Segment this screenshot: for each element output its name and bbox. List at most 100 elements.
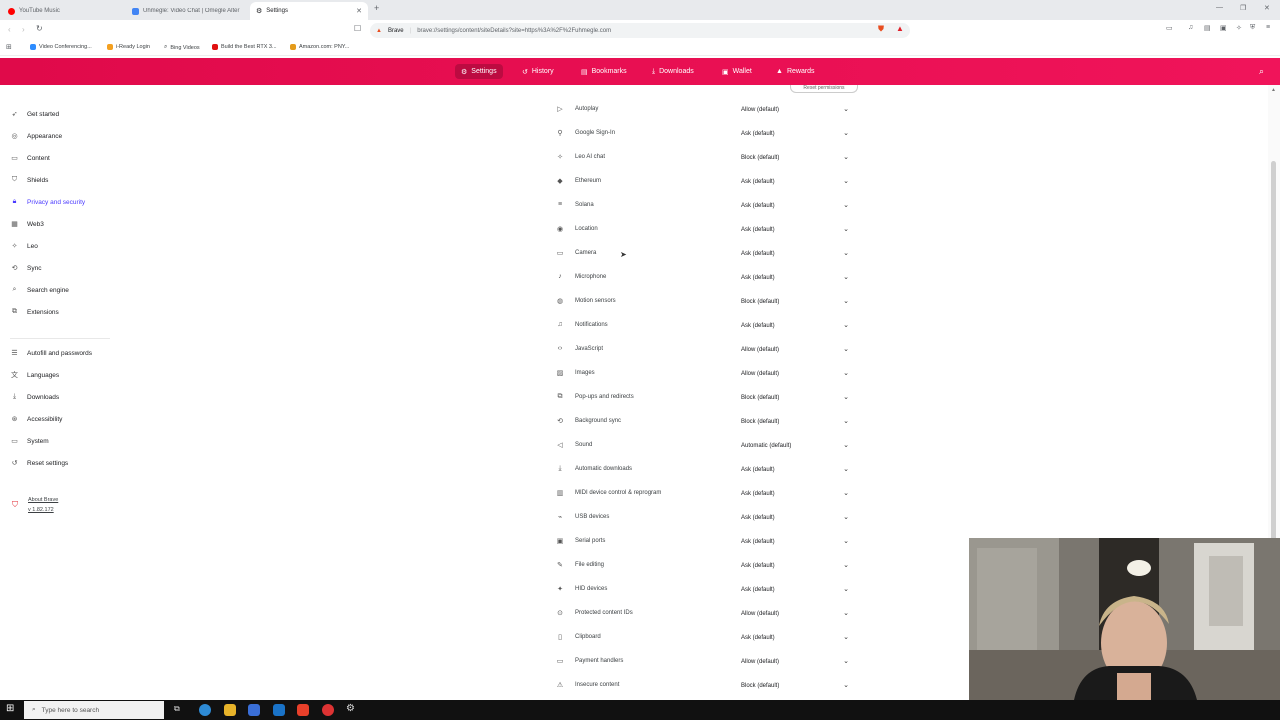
bookmark-item[interactable]: Build the Best RTX 3... xyxy=(212,44,277,50)
bookmark-item[interactable]: i-Ready Login xyxy=(107,44,150,50)
sidebar-item-appearance[interactable]: ◎ Appearance xyxy=(10,129,120,143)
permission-label: Autoplay xyxy=(575,106,599,112)
scroll-up-icon[interactable]: ▲ xyxy=(1271,87,1276,93)
new-tab-button[interactable]: + xyxy=(374,3,379,13)
vpn-icon[interactable]: ⛨ xyxy=(1250,24,1255,32)
permission-select[interactable]: Ask (default) ⌄ xyxy=(737,510,853,525)
sidebar-item-downloads[interactable]: ⤓ Downloads xyxy=(10,390,120,404)
permission-select[interactable]: Block (default) ⌄ xyxy=(737,390,853,405)
bookmark-item[interactable]: ⌕ Bing Videos xyxy=(164,44,200,51)
sidebar-item-leo[interactable]: ✧ Leo xyxy=(10,239,120,253)
close-window-icon[interactable]: ✕ xyxy=(1264,4,1270,12)
chevron-down-icon: ⌄ xyxy=(843,226,849,233)
taskbar-search-input[interactable]: ⌕ Type here to search xyxy=(24,701,164,719)
edge-icon[interactable] xyxy=(199,704,211,716)
task-view-icon[interactable]: ⧉ xyxy=(174,704,180,714)
permission-row: ◉ Location Ask (default) ⌄ xyxy=(555,220,855,240)
brave-taskbar-icon[interactable] xyxy=(297,704,309,716)
wallet-toolbar-icon[interactable]: ▣ xyxy=(1220,24,1227,32)
file-explorer-icon[interactable] xyxy=(224,704,236,716)
about-brave-link[interactable]: About Brave xyxy=(28,497,58,503)
permission-select[interactable]: Allow (default) ⌄ xyxy=(737,606,853,621)
store-icon[interactable] xyxy=(248,704,260,716)
nav-settings[interactable]: ⚙ Settings xyxy=(455,64,503,79)
leo-toolbar-icon[interactable]: ✧ xyxy=(1236,24,1242,32)
sidebar-item-system[interactable]: ▭ System xyxy=(10,434,120,448)
permission-select[interactable]: Ask (default) ⌄ xyxy=(737,486,853,501)
sidebar-toggle-icon[interactable]: ▭ xyxy=(1166,24,1173,32)
permission-select[interactable]: Ask (default) ⌄ xyxy=(737,582,853,597)
reload-icon[interactable]: ↻ xyxy=(36,24,43,33)
menu-icon[interactable]: ≡ xyxy=(1266,24,1270,31)
tab-settings[interactable]: ⚙ Settings ✕ xyxy=(250,2,368,20)
chevron-down-icon: ⌄ xyxy=(843,490,849,497)
permission-row: ◍ Motion sensors Block (default) ⌄ xyxy=(555,292,855,312)
permission-select[interactable]: Ask (default) ⌄ xyxy=(737,270,853,285)
brave-shields-icon[interactable]: ⛊ xyxy=(878,24,884,34)
permission-select[interactable]: Ask (default) ⌄ xyxy=(737,318,853,333)
permission-select[interactable]: Allow (default) ⌄ xyxy=(737,342,853,357)
permission-select[interactable]: Block (default) ⌄ xyxy=(737,150,853,165)
permission-select[interactable]: Block (default) ⌄ xyxy=(737,678,853,693)
sidebar-item-web3[interactable]: ▦ Web3 xyxy=(10,217,120,231)
bookmark-item[interactable]: Video Conferencing... xyxy=(30,44,92,50)
permission-select[interactable]: Block (default) ⌄ xyxy=(737,294,853,309)
tab-youtube-music[interactable]: YouTube Music xyxy=(2,2,122,20)
sidebar-item-privacy[interactable]: 🔒︎ Privacy and security xyxy=(10,195,120,209)
sidebar-item-shields[interactable]: ⛉ Shields xyxy=(10,173,120,187)
nav-bookmarks[interactable]: ▤ Bookmarks xyxy=(575,64,633,79)
nav-history[interactable]: ↺ History xyxy=(516,64,560,79)
apps-grid-icon[interactable]: ⊞ xyxy=(6,43,12,51)
media-icon[interactable]: ♫ xyxy=(1188,24,1193,31)
forward-icon[interactable]: › xyxy=(22,25,25,34)
scroll-thumb[interactable] xyxy=(1271,161,1276,551)
minimize-icon[interactable]: — xyxy=(1216,4,1223,11)
sidebar-item-autofill[interactable]: ☰ Autofill and passwords xyxy=(10,346,120,360)
rewards-icon: ▲ xyxy=(776,68,783,75)
youtube-music-icon xyxy=(8,7,15,15)
sidebar-item-get-started[interactable]: ➶ Get started xyxy=(10,107,120,121)
permission-select[interactable]: Ask (default) ⌄ xyxy=(737,246,853,261)
tab-uhmegle[interactable]: Uhmegle: Video Chat | Omegle Alter xyxy=(126,2,248,20)
chrome-icon[interactable] xyxy=(322,704,334,716)
nav-wallet[interactable]: ▣ Wallet xyxy=(716,64,758,79)
sidebar-item-content[interactable]: ▭ Content xyxy=(10,151,120,165)
reading-list-icon[interactable]: ▤ xyxy=(1204,24,1211,32)
permission-select[interactable]: Ask (default) ⌄ xyxy=(737,198,853,213)
permission-row: ▣ Serial ports Ask (default) ⌄ xyxy=(555,532,855,552)
permission-select[interactable]: Ask (default) ⌄ xyxy=(737,126,853,141)
bookmark-page-icon[interactable]: ☐ xyxy=(354,24,361,33)
permission-select[interactable]: Ask (default) ⌄ xyxy=(737,558,853,573)
maximize-icon[interactable]: ❐ xyxy=(1240,4,1246,12)
sidebar-item-languages[interactable]: 文 Languages xyxy=(10,368,120,382)
permission-select[interactable]: Ask (default) ⌄ xyxy=(737,534,853,549)
sidebar-item-accessibility[interactable]: ⊛ Accessibility xyxy=(10,412,120,426)
outlook-icon[interactable] xyxy=(273,704,285,716)
permission-select[interactable]: Ask (default) ⌄ xyxy=(737,462,853,477)
settings-search-icon[interactable]: ⌕ xyxy=(1259,66,1264,77)
permission-select[interactable]: Allow (default) ⌄ xyxy=(737,366,853,381)
nav-rewards[interactable]: ▲ Rewards xyxy=(770,64,821,79)
permission-select[interactable]: Ask (default) ⌄ xyxy=(737,222,853,237)
nav-downloads[interactable]: ⤓ Downloads xyxy=(646,64,700,79)
address-bar[interactable]: ▲ Brave | brave://settings/content/siteD… xyxy=(370,23,910,38)
back-icon[interactable]: ‹ xyxy=(8,25,11,34)
permission-select[interactable]: Automatic (default) ⌄ xyxy=(737,438,853,453)
reset-permissions-button[interactable]: Reset permissions xyxy=(790,85,858,93)
bookmark-item[interactable]: Amazon.com: PNY... xyxy=(290,44,349,50)
permission-select[interactable]: Block (default) ⌄ xyxy=(737,414,853,429)
sidebar-item-reset[interactable]: ↺ Reset settings xyxy=(10,456,120,470)
sidebar-item-sync[interactable]: ⟲ Sync xyxy=(10,261,120,275)
brave-rewards-icon[interactable]: ▲ xyxy=(896,24,904,33)
settings-taskbar-icon[interactable]: ⚙ xyxy=(346,703,355,714)
sidebar-item-search-engine[interactable]: ⌕ Search engine xyxy=(10,283,120,297)
permission-select[interactable]: Allow (default) ⌄ xyxy=(737,102,853,117)
permission-select[interactable]: Allow (default) ⌄ xyxy=(737,654,853,669)
permission-select[interactable]: Ask (default) ⌄ xyxy=(737,630,853,645)
close-tab-icon[interactable]: ✕ xyxy=(356,7,362,15)
sidebar-item-extensions[interactable]: ⧉ Extensions xyxy=(10,305,120,319)
permission-select[interactable]: Ask (default) ⌄ xyxy=(737,174,853,189)
sidebar-item-label: Sync xyxy=(27,264,42,272)
sidebar-item-label: System xyxy=(27,437,49,445)
windows-start-icon[interactable]: ⊞ xyxy=(6,703,14,714)
